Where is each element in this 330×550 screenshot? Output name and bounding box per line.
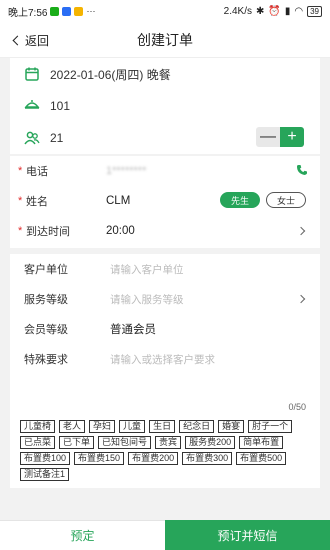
member-level-row: 会员等级 普通会员 [10,314,320,344]
gender-male-button[interactable]: 先生 [219,192,260,208]
more-icon: ··· [86,6,96,16]
request-tag[interactable]: 纪念日 [179,420,215,433]
required-marker: * [18,165,23,177]
back-button[interactable]: 返回 [12,32,50,49]
network-speed: 2.4K/s [223,5,252,17]
request-tag[interactable]: 简单布置 [239,436,284,449]
request-tag[interactable]: 老人 [59,420,86,433]
booking-date: 2022-01-06(周四) 晚餐 [50,67,171,82]
dining-table-icon [24,98,40,114]
name-row[interactable]: * 姓名 CLM 先生 女士 [10,186,320,216]
table-number: 101 [50,99,71,113]
status-bar: 晚上7:56 ··· 2.4K/s ✱ ⏰ ▮ ◠ 39 [0,0,330,22]
signal-icon: ▮ [284,5,291,17]
company-input[interactable]: 请输入客户单位 [110,262,184,277]
calendar-icon [24,66,40,82]
member-level-value: 普通会员 [110,324,156,336]
request-tag[interactable]: 肘子一个 [248,420,293,433]
special-label: 特殊要求 [24,354,68,366]
service-level-input[interactable]: 请输入服务等级 [110,292,184,307]
request-tag[interactable]: 生日 [149,420,176,433]
chevron-right-icon [296,226,306,236]
required-marker: * [18,195,23,207]
optional-info-card: 客户单位 请输入客户单位 服务等级 请输入服务等级 会员等级 普通会员 特殊要求… [10,254,320,488]
booking-info-card: 2022-01-06(周四) 晚餐 101 21 — + [10,58,320,154]
request-tag[interactable]: 孕妇 [89,420,116,433]
request-tag[interactable]: 已点菜 [20,436,56,449]
request-tag[interactable]: 婚宴 [218,420,245,433]
char-counter: 0/50 [288,402,306,412]
request-tags: 儿童椅 老人 孕妇 儿童 生日 纪念日 婚宴 肘子一个 已点菜 已下单 已知包间… [20,420,316,481]
nav-bar: 返回 创建订单 [0,22,330,58]
page-title: 创建订单 [137,31,193,48]
name-label: 姓名 [26,196,48,208]
phone-value[interactable]: 1******** [106,165,146,177]
request-tag[interactable]: 已下单 [59,436,95,449]
service-label: 服务等级 [24,294,68,306]
request-tag[interactable]: 布置费150 [74,452,125,465]
request-tag[interactable]: 布置费500 [236,452,287,465]
decrease-guests-button[interactable]: — [256,127,280,147]
date-row[interactable]: 2022-01-06(周四) 晚餐 [10,58,320,90]
gender-selector: 先生 女士 [219,192,306,208]
special-request-input[interactable]: 请输入或选择客户要求 [110,352,215,367]
guests-row: 21 — + [10,122,320,154]
guest-count: 21 [50,131,64,145]
book-button[interactable]: 预定 [0,520,165,550]
phone-row[interactable]: * 电话 1******** [10,156,320,186]
company-label: 客户单位 [24,264,68,276]
request-tag[interactable]: 服务费200 [185,436,236,449]
wifi-icon: ◠ [294,5,304,17]
request-tag[interactable]: 布置费300 [182,452,233,465]
gender-female-button[interactable]: 女士 [265,192,306,208]
back-label: 返回 [25,34,50,48]
status-time: 晚上7:56 [8,7,48,19]
table-row[interactable]: 101 [10,90,320,122]
guest-stepper: — + [256,127,304,147]
alarm-icon: ⏰ [268,5,281,17]
arrival-label: 到达时间 [26,226,70,238]
battery-icon: 39 [307,5,322,17]
request-tag[interactable]: 已知包间号 [98,436,152,449]
chevron-right-icon [296,294,306,304]
phone-call-icon[interactable] [296,164,308,179]
name-value[interactable]: CLM [106,195,130,207]
increase-guests-button[interactable]: + [280,127,304,147]
request-tag[interactable]: 儿童椅 [20,420,56,433]
request-tag[interactable]: 测试备注1 [20,468,70,481]
request-tag[interactable]: 布置费100 [20,452,71,465]
request-tag[interactable]: 布置费200 [128,452,179,465]
required-marker: * [18,225,23,237]
service-level-row[interactable]: 服务等级 请输入服务等级 [10,284,320,314]
app-icon [62,6,72,16]
wechat-icon [50,6,60,16]
company-row[interactable]: 客户单位 请输入客户单位 [10,254,320,284]
request-tag[interactable]: 贵宾 [155,436,182,449]
customer-form-card: * 电话 1******** * 姓名 CLM 先生 女士 * 到达时间 20:… [10,156,320,248]
special-request-row[interactable]: 特殊要求 请输入或选择客户要求 [10,344,320,374]
request-tag[interactable]: 儿童 [119,420,146,433]
phone-label: 电话 [26,166,48,178]
book-and-sms-button[interactable]: 预订并短信 [165,520,330,550]
notification-icon [74,6,84,16]
bluetooth-icon: ✱ [256,5,265,17]
chevron-left-icon [12,35,23,46]
member-label: 会员等级 [24,324,68,336]
arrival-time-row[interactable]: * 到达时间 20:00 [10,216,320,246]
bottom-action-bar: 预定 预订并短信 [0,520,330,550]
arrival-value: 20:00 [106,225,135,237]
people-icon [24,130,40,146]
